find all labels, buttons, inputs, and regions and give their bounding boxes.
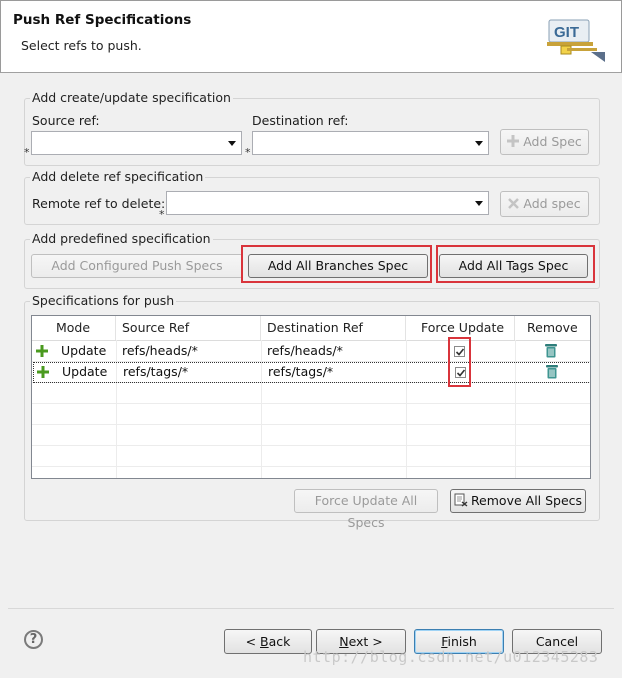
source-ref-label: Source ref:: [32, 113, 100, 128]
force-update-highlight-box: [448, 337, 471, 387]
plus-icon: [36, 345, 48, 357]
add-delete-spec-label: Add spec: [523, 196, 581, 211]
back-prefix: <: [245, 634, 261, 649]
back-button[interactable]: < Back: [224, 629, 312, 654]
source-ref-combo[interactable]: [31, 131, 242, 155]
delete-spec-group-label: Add delete ref specification: [30, 169, 206, 184]
back-label-rest: ack: [268, 634, 291, 649]
column-header-mode[interactable]: Mode: [32, 316, 116, 340]
add-spec-button[interactable]: Add Spec: [500, 129, 589, 155]
destination-ref-combo[interactable]: [252, 131, 489, 155]
chevron-down-icon[interactable]: [475, 201, 483, 206]
destination-required-marker: *: [245, 146, 251, 159]
next-label-rest: ext >: [348, 634, 383, 649]
remote-ref-combo[interactable]: [166, 191, 489, 215]
row-mode[interactable]: Update: [62, 362, 107, 382]
force-update-all-specs-button[interactable]: Force Update All Specs: [294, 489, 438, 530]
create-spec-group-label: Add create/update specification: [30, 90, 233, 105]
plus-icon: [37, 366, 49, 378]
predefined-spec-group-label: Add predefined specification: [30, 231, 213, 246]
source-required-marker: *: [24, 146, 30, 159]
next-mnemonic: N: [339, 634, 349, 649]
row-mode[interactable]: Update: [61, 341, 106, 361]
back-mnemonic: B: [260, 634, 269, 649]
watermark-text: http://blog.csdn.net/u012345283: [303, 648, 599, 666]
remove-all-specs-label: Remove All Specs: [470, 493, 583, 508]
finish-label-rest: inish: [447, 634, 477, 649]
chevron-down-icon[interactable]: [475, 141, 483, 146]
help-icon[interactable]: ?: [24, 630, 43, 649]
remote-required-marker: *: [159, 208, 165, 221]
add-delete-spec-button[interactable]: Add spec: [500, 191, 589, 217]
remove-all-specs-button[interactable]: Remove All Specs: [450, 489, 586, 513]
row-source-ref[interactable]: refs/tags/*: [123, 362, 188, 382]
plus-icon: [507, 135, 520, 147]
specs-table[interactable]: Mode Source Ref Destination Ref Force Up…: [31, 315, 591, 479]
git-logo-text: GIT: [554, 24, 579, 41]
git-logo-icon: GIT: [545, 18, 607, 64]
column-header-source-ref[interactable]: Source Ref: [116, 316, 261, 340]
add-configured-push-specs-button[interactable]: Add Configured Push Specs: [31, 254, 243, 278]
row-destination-ref[interactable]: refs/heads/*: [267, 341, 343, 361]
table-row[interactable]: Update refs/tags/* refs/tags/*: [33, 362, 590, 383]
specs-group-label: Specifications for push: [30, 293, 177, 308]
row-destination-ref[interactable]: refs/tags/*: [268, 362, 333, 382]
table-row[interactable]: Update refs/heads/* refs/heads/*: [32, 341, 590, 361]
page-subtitle: Select refs to push.: [21, 38, 142, 53]
grid-divider: [32, 424, 590, 425]
dialog-header: [0, 0, 622, 73]
footer-divider: [8, 608, 614, 609]
column-header-remove[interactable]: Remove: [515, 316, 590, 340]
grid-divider: [32, 403, 590, 404]
grid-divider: [32, 466, 590, 467]
grid-divider: [32, 445, 590, 446]
remote-ref-label: Remote ref to delete:: [32, 196, 166, 211]
trash-icon[interactable]: [545, 364, 559, 379]
tags-highlight-box: [436, 245, 595, 283]
add-spec-label: Add Spec: [523, 134, 582, 149]
row-source-ref[interactable]: refs/heads/*: [122, 341, 198, 361]
column-header-destination-ref[interactable]: Destination Ref: [261, 316, 406, 340]
page-title: Push Ref Specifications: [13, 12, 192, 28]
remove-all-icon: [454, 493, 468, 507]
branches-highlight-box: [241, 245, 432, 283]
delete-x-icon: [508, 198, 520, 209]
destination-ref-label: Destination ref:: [252, 113, 349, 128]
chevron-down-icon[interactable]: [228, 141, 236, 146]
trash-icon[interactable]: [544, 343, 558, 358]
